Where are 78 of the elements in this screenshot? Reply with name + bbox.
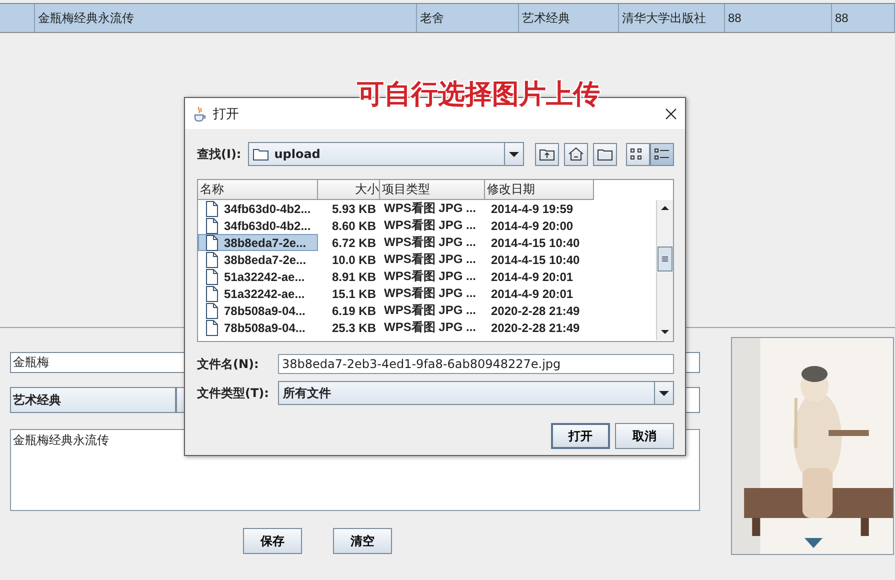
file-name-item[interactable]: 78b508a9-04... <box>198 302 318 319</box>
file-size: 5.93 KB <box>330 202 377 216</box>
file-type: WPS看图 JPG ... <box>383 319 478 336</box>
file-icon <box>205 286 219 302</box>
toolbar-button[interactable] <box>650 142 674 166</box>
file-date: 2020-2-28 21:49 <box>490 304 581 318</box>
file-type: WPS看图 JPG ... <box>383 251 478 268</box>
toolbar-button[interactable] <box>593 142 617 166</box>
file-icon <box>205 200 219 216</box>
dropdown-value: upload <box>274 147 320 161</box>
field-label: 文件类型(T): <box>197 384 270 402</box>
clear-button[interactable]: 清空 <box>333 528 392 554</box>
file-type: WPS看图 JPG ... <box>383 285 478 302</box>
column-header[interactable]: 大小 <box>318 180 380 200</box>
file-type: WPS看图 JPG ... <box>383 234 478 251</box>
folder-up-icon <box>539 147 555 161</box>
field-label: 查找(I): <box>197 146 242 162</box>
dialog-title: 打开 <box>213 106 240 122</box>
file-date: 2014-4-9 20:01 <box>490 286 574 300</box>
save-button[interactable]: 保存 <box>243 528 302 554</box>
file-icon <box>205 302 219 318</box>
file-type: WPS看图 JPG ... <box>383 217 478 234</box>
toolbar-button[interactable] <box>626 142 650 166</box>
file-date: 2014-4-15 10:40 <box>490 236 581 250</box>
file-icon <box>205 252 219 268</box>
folder-icon <box>253 147 270 161</box>
table-cell: 88 <box>725 4 832 32</box>
close-button[interactable] <box>665 108 677 120</box>
file-type: WPS看图 JPG ... <box>383 200 478 217</box>
file-date: 2014-4-15 10:40 <box>490 252 581 266</box>
toolbar-button[interactable] <box>564 142 588 166</box>
field-label: 文件名(N): <box>197 356 260 372</box>
file-size: 8.60 KB <box>330 218 377 232</box>
file-icon <box>205 268 219 284</box>
toolbar-button[interactable] <box>535 142 559 166</box>
look-in-dropdown[interactable]: upload <box>248 142 524 166</box>
table-cell: 艺术经典 <box>519 4 619 32</box>
file-icon <box>205 218 219 234</box>
file-name-item[interactable]: 38b8eda7-2e... <box>198 251 318 268</box>
file-name-item[interactable]: 51a32242-ae... <box>198 285 318 302</box>
file-name-item[interactable]: 51a32242-ae... <box>198 268 318 285</box>
open-button[interactable]: 打开 <box>551 423 610 449</box>
java-cup-icon <box>193 106 207 122</box>
file-type-dropdown[interactable]: 所有文件 <box>278 381 674 405</box>
table-cell: 金瓶梅经典永流传 <box>35 4 417 32</box>
column-header[interactable]: 修改日期 <box>485 180 594 200</box>
file-date: 2020-2-28 21:49 <box>490 320 581 334</box>
file-name-item[interactable]: 78b508a9-04... <box>198 319 318 336</box>
home-icon <box>568 147 584 161</box>
file-type: WPS看图 JPG ... <box>383 268 478 285</box>
column-header[interactable]: 名称 <box>198 180 318 200</box>
file-date: 2014-4-9 20:01 <box>490 270 574 284</box>
file-name-item[interactable]: 34fb63d0-4b2... <box>198 217 318 234</box>
table-cell: 老舍 <box>417 4 519 32</box>
column-header[interactable]: 项目类型 <box>380 180 485 200</box>
file-list[interactable] <box>197 179 674 342</box>
file-size: 6.72 KB <box>330 236 377 250</box>
folder-icon <box>597 147 613 161</box>
file-size: 8.91 KB <box>330 270 377 284</box>
file-name-field[interactable]: 38b8eda7-2eb3-4ed1-9fa8-6ab80948227e.jpg <box>278 354 674 374</box>
cancel-button[interactable]: 取消 <box>615 423 674 449</box>
table-cell: 88 <box>832 4 895 32</box>
file-size: 15.1 KB <box>330 286 377 300</box>
file-name-item[interactable]: 34fb63d0-4b2... <box>198 200 318 217</box>
file-name-item[interactable]: 38b8eda7-2e... <box>198 234 318 251</box>
file-icon <box>205 320 219 336</box>
file-type: WPS看图 JPG ... <box>383 302 478 319</box>
file-icon <box>205 234 219 250</box>
close-icon <box>665 108 677 120</box>
file-size: 6.19 KB <box>330 304 377 318</box>
file-size: 10.0 KB <box>330 252 377 266</box>
dropdown-value: 所有文件 <box>283 384 331 402</box>
table-cell: 清华大学出版社 <box>619 4 725 32</box>
details-view-icon <box>654 147 670 161</box>
table-row[interactable]: 金瓶梅经典永流传 老舍 艺术经典 清华大学出版社 88 88 <box>0 4 895 32</box>
file-size: 25.3 KB <box>330 320 377 334</box>
file-date: 2014-4-9 19:59 <box>490 202 574 216</box>
file-date: 2014-4-9 20:00 <box>490 218 574 232</box>
